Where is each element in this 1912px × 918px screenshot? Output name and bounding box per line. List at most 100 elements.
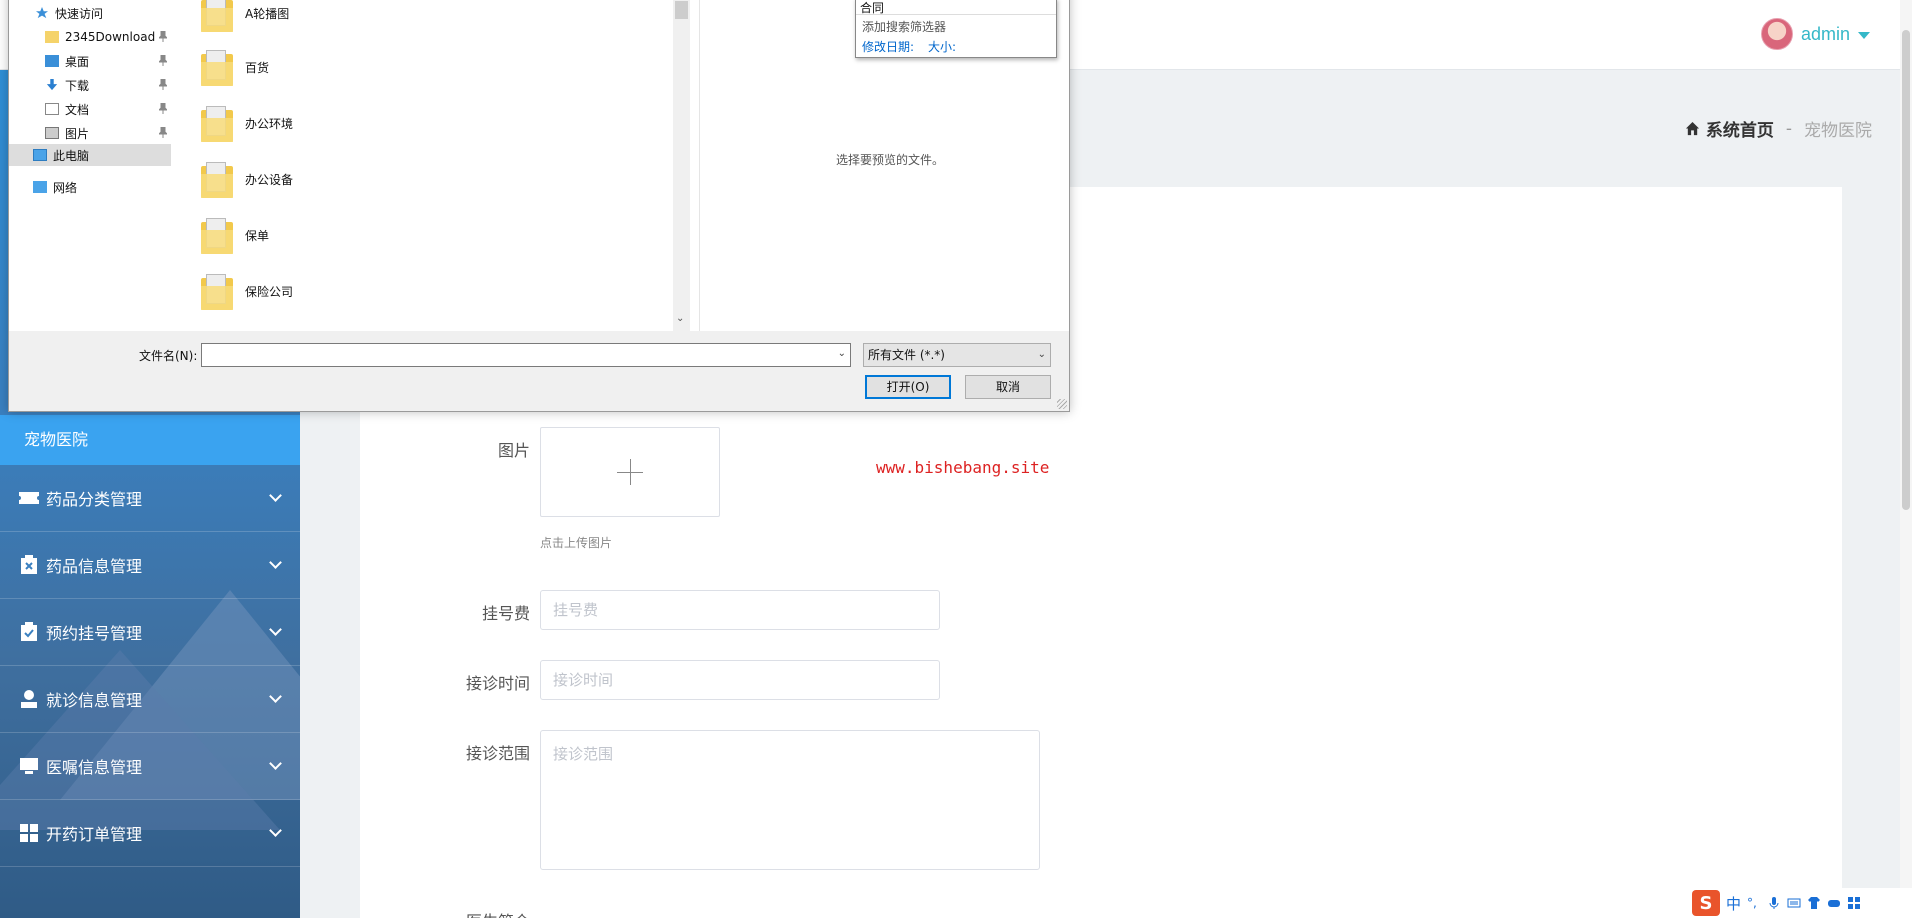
filename-label: 文件名(N): — [139, 349, 198, 363]
sogou-logo-icon[interactable]: S — [1692, 890, 1720, 916]
nav-item-label: 文档 — [65, 102, 90, 117]
chevron-down-icon — [269, 623, 282, 636]
page-scrollbar-thumb[interactable] — [1902, 30, 1910, 510]
time-label: 接诊时间 — [465, 674, 530, 693]
user-name[interactable]: admin — [1801, 24, 1850, 45]
sidebar-item-medicine-info[interactable]: 药品信息管理 — [0, 532, 300, 599]
file-type-value: 所有文件 (*.*) — [868, 348, 945, 362]
file-type-select[interactable]: 所有文件 (*.*) ⌄ — [863, 343, 1051, 367]
modified-date-filter[interactable]: 修改日期: — [862, 38, 914, 55]
user-menu[interactable]: admin — [1760, 18, 1870, 50]
ime-toolbar: S 中 °, — [1692, 888, 1912, 918]
pictures-icon — [45, 127, 59, 139]
divider — [856, 14, 1056, 15]
sidebar-item-appointment[interactable]: 预约挂号管理 — [0, 599, 300, 666]
caret-down-icon[interactable] — [1858, 31, 1870, 39]
file-item[interactable]: 办公设备 — [201, 157, 293, 201]
image-upload-button[interactable] — [540, 427, 720, 517]
file-name: 保险公司 — [245, 284, 294, 299]
sidebar-item-label: 药品分类管理 — [46, 490, 143, 509]
size-filter[interactable]: 大小: — [928, 38, 956, 55]
nav-item-label: 图片 — [65, 126, 90, 141]
ime-mode[interactable]: 中 — [1726, 893, 1741, 914]
keyboard-icon[interactable] — [1787, 896, 1801, 910]
breadcrumb-home[interactable]: 系统首页 — [1706, 116, 1774, 141]
nav-item-label: 此电脑 — [53, 148, 90, 163]
breadcrumb-separator: - — [1785, 118, 1792, 139]
sidebar-item-medicine-category[interactable]: 药品分类管理 — [0, 465, 300, 532]
nav-item-label: 下载 — [65, 78, 90, 93]
dialog-bottom-bar: 文件名(N): ⌄ 所有文件 (*.*) ⌄ 打开(O) 取消 — [9, 331, 1069, 411]
desktop-icon — [45, 55, 59, 67]
avatar — [1760, 18, 1793, 50]
folder-icon — [201, 0, 233, 32]
intro-label: 医生简介 — [420, 908, 530, 918]
shirt-icon[interactable] — [1807, 896, 1821, 910]
nav-item-label: 快速访问 — [55, 6, 104, 21]
nav-item-downloads[interactable]: 下载 — [9, 74, 171, 96]
punctuation-icon[interactable]: °, — [1747, 896, 1761, 910]
nav-item-label: 桌面 — [65, 54, 90, 69]
nav-item-quick-access[interactable]: 快速访问 — [9, 2, 171, 24]
nav-item-pictures[interactable]: 图片 — [9, 122, 171, 144]
sidebar-item-label: 预约挂号管理 — [46, 624, 143, 643]
folder-icon — [201, 160, 233, 198]
resize-grip-icon[interactable] — [1057, 399, 1067, 409]
sidebar-item-visit-info[interactable]: 就诊信息管理 — [0, 666, 300, 733]
grid-icon — [18, 822, 40, 844]
file-name: 百货 — [245, 60, 270, 75]
scroll-down-icon[interactable]: ⌄ — [676, 313, 684, 324]
nav-item-this-pc[interactable]: 此电脑 — [9, 144, 171, 166]
cancel-button[interactable]: 取消 — [965, 375, 1051, 399]
chevron-down-icon — [269, 690, 282, 703]
file-item[interactable]: 保单 — [201, 213, 269, 257]
folder-icon — [201, 104, 233, 142]
network-icon — [33, 181, 47, 193]
breadcrumb-current: 宠物医院 — [1804, 121, 1872, 141]
grid-icon[interactable] — [1847, 896, 1861, 910]
filename-input[interactable]: ⌄ — [201, 343, 851, 367]
file-name: 办公设备 — [245, 172, 294, 187]
sidebar-item-pet-hospital[interactable]: 宠物医院 — [0, 415, 300, 465]
fee-input[interactable] — [540, 590, 940, 630]
home-icon — [1685, 121, 1699, 136]
sidebar-item-prescription-order[interactable]: 开药订单管理 — [0, 800, 300, 867]
plus-icon — [630, 459, 631, 485]
file-name: 办公环境 — [245, 116, 294, 131]
folder-icon — [201, 272, 233, 310]
nav-item-network[interactable]: 网络 — [9, 176, 171, 198]
nav-item-documents[interactable]: 文档 — [9, 98, 171, 120]
file-name: A轮播图 — [245, 6, 290, 21]
file-item[interactable]: 办公环境 — [201, 101, 293, 145]
range-label: 接诊范围 — [465, 744, 530, 763]
pin-icon — [159, 127, 167, 138]
chevron-down-icon[interactable]: ⌄ — [838, 348, 846, 359]
gamepad-icon[interactable] — [1827, 896, 1841, 910]
microphone-icon[interactable] — [1767, 896, 1781, 910]
ticket-icon — [18, 487, 40, 509]
preview-text: 选择要预览的文件。 — [836, 153, 945, 167]
file-list-scrollbar-thumb[interactable] — [675, 1, 688, 19]
file-list-scrollbar[interactable]: ⌄ — [673, 0, 690, 331]
pin-icon — [159, 79, 167, 90]
nav-item-2345download[interactable]: 2345Download — [9, 26, 171, 48]
range-textarea[interactable] — [540, 730, 1040, 870]
file-item[interactable]: 百货 — [201, 45, 269, 89]
clipboard-check-icon — [18, 621, 40, 643]
sidebar-item-doctor-order[interactable]: 医嘱信息管理 — [0, 733, 300, 800]
open-button[interactable]: 打开(O) — [865, 375, 951, 399]
nav-item-desktop[interactable]: 桌面 — [9, 50, 171, 72]
add-filter-label: 添加搜索筛选器 — [862, 20, 947, 34]
watermark: www.bishebang.site — [876, 458, 1050, 477]
search-popup-text: 合同 — [860, 1, 885, 15]
sidebar-menu: 药品分类管理 药品信息管理 预约挂号管理 就诊信息管理 医嘱信息管理 开药订单管… — [0, 465, 300, 867]
user-icon — [18, 688, 40, 710]
time-input[interactable] — [540, 660, 940, 700]
sidebar-item-label: 开药订单管理 — [46, 825, 143, 844]
star-icon — [36, 7, 48, 19]
page-scrollbar[interactable] — [1900, 0, 1912, 918]
document-icon — [45, 103, 59, 115]
file-name: 保单 — [245, 228, 270, 243]
file-item[interactable]: A轮播图 — [201, 0, 289, 35]
file-item[interactable]: 保险公司 — [201, 269, 293, 313]
